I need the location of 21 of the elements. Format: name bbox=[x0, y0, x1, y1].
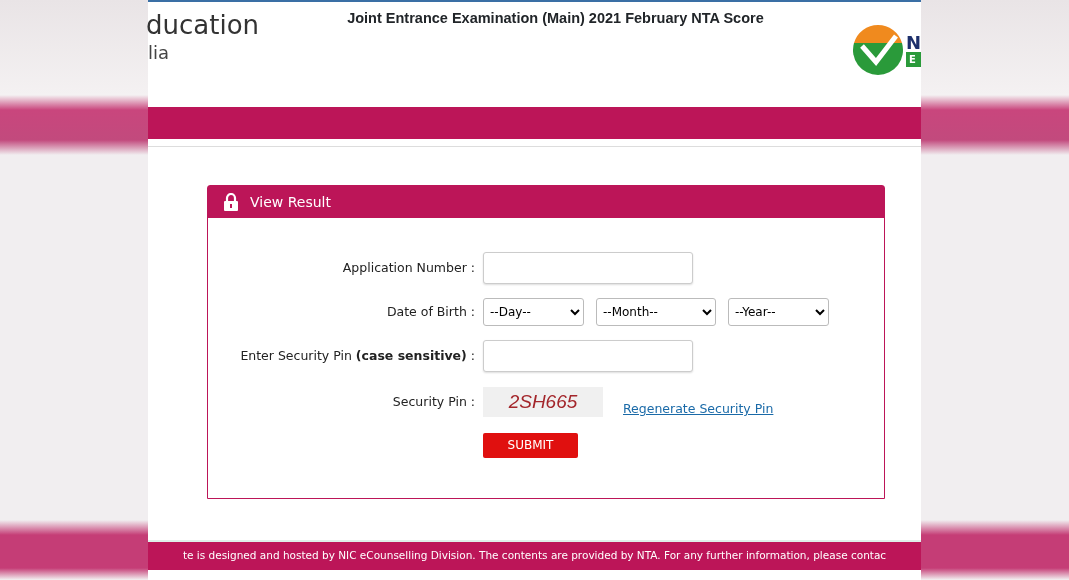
input-field[interactable] bbox=[483, 252, 693, 284]
brand-text: lia bbox=[148, 41, 171, 66]
card-title: View Result bbox=[250, 192, 331, 212]
field-label: Enter Security Pin (case sensitive) : bbox=[239, 346, 476, 365]
captcha-image: 2SH665 bbox=[483, 387, 603, 418]
date-dropdown[interactable]: --Year-- bbox=[728, 298, 829, 326]
regenerate-link[interactable]: Regenerate Security Pin bbox=[623, 400, 774, 419]
check-logo-icon bbox=[851, 24, 904, 76]
logo-letter: N bbox=[905, 33, 921, 52]
field-label: Application Number : bbox=[341, 258, 476, 277]
lock-icon bbox=[224, 193, 238, 211]
brand-text: ducation bbox=[146, 9, 259, 40]
date-dropdown[interactable]: --Day-- bbox=[483, 298, 584, 326]
submit-button[interactable]: SUBMIT bbox=[483, 432, 578, 458]
field-label: Security Pin : bbox=[391, 393, 476, 411]
field-label: Date of Birth : bbox=[385, 302, 476, 321]
date-dropdown[interactable]: --Month-- bbox=[596, 298, 716, 326]
input-field[interactable] bbox=[483, 340, 693, 372]
footer-text: te is designed and hosted by NIC eCounselling Division. The contents are provided by NTA. For any further information, please contac bbox=[182, 548, 887, 564]
logo-letter: E bbox=[905, 51, 921, 67]
page-title: Joint Entrance Examination (Main) 2021 February NTA Score bbox=[347, 9, 764, 28]
